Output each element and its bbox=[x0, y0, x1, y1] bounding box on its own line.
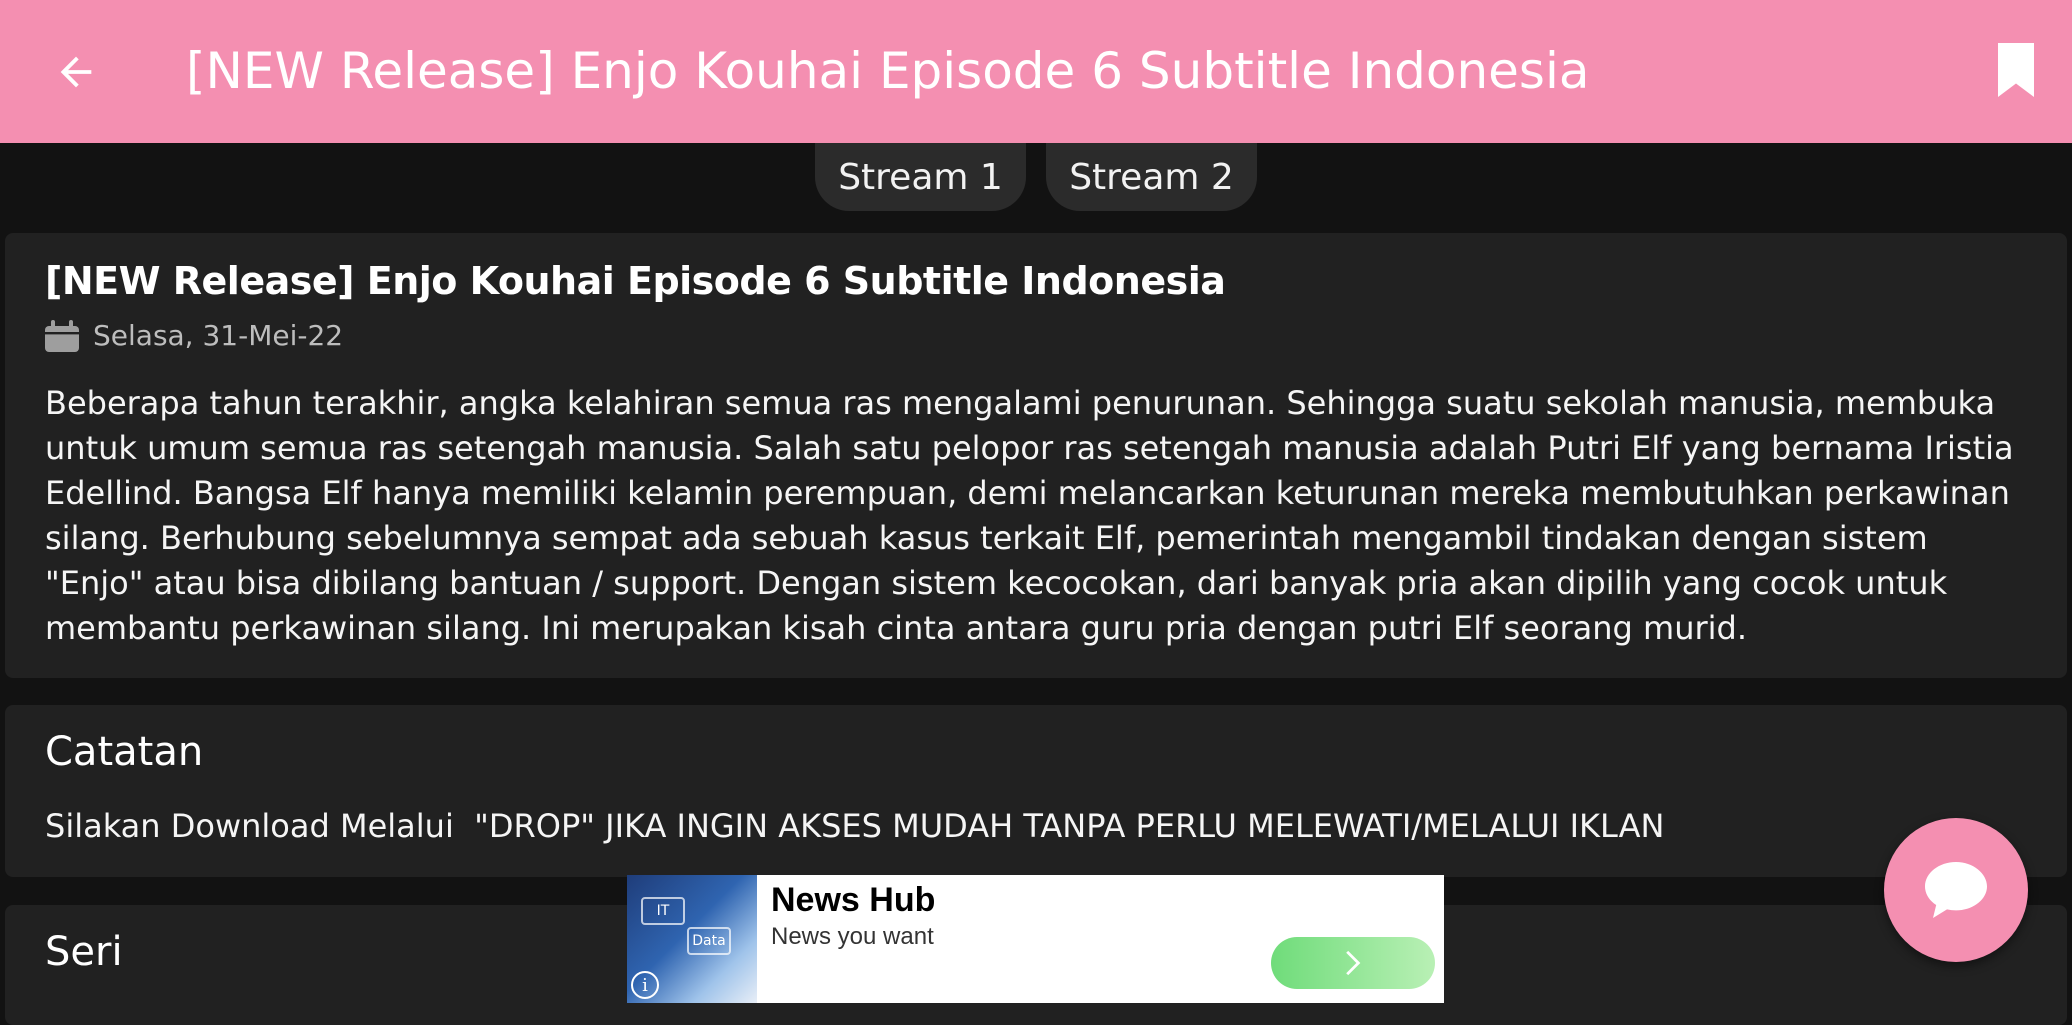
arrow-left-icon bbox=[60, 56, 92, 88]
stream-1-button[interactable]: Stream 1 bbox=[815, 143, 1026, 211]
page-title: [NEW Release] Enjo Kouhai Episode 6 Subt… bbox=[186, 42, 1590, 100]
chevron-right-icon bbox=[1346, 950, 1361, 976]
ad-name: News Hub bbox=[771, 881, 936, 919]
ad-thumbnail: IT Data i bbox=[627, 875, 757, 1003]
ad-thumb-label: IT bbox=[641, 897, 685, 925]
release-date: Selasa, 31-Mei-22 bbox=[93, 319, 344, 352]
episode-info-card: [NEW Release] Enjo Kouhai Episode 6 Subt… bbox=[5, 233, 2067, 678]
notes-card: Catatan Silakan Download Melalui "DROP" … bbox=[5, 705, 2067, 877]
info-icon[interactable]: i bbox=[631, 971, 659, 999]
ad-cta-button[interactable] bbox=[1271, 937, 1435, 989]
calendar-icon bbox=[45, 319, 79, 352]
episode-title: [NEW Release] Enjo Kouhai Episode 6 Subt… bbox=[45, 259, 1226, 303]
ad-tagline: News you want bbox=[771, 923, 934, 950]
ad-thumb-label: Data bbox=[687, 927, 731, 955]
notes-heading: Catatan bbox=[45, 729, 204, 775]
back-button[interactable] bbox=[44, 40, 108, 104]
stream-selector: Stream 1 Stream 2 bbox=[0, 143, 2072, 211]
synopsis: Beberapa tahun terakhir, angka kelahiran… bbox=[45, 384, 2014, 647]
chat-button[interactable] bbox=[1884, 818, 2028, 962]
bookmark-button[interactable] bbox=[1984, 38, 2048, 102]
chat-bubble-icon bbox=[1925, 862, 1987, 918]
banner-ad[interactable]: IT Data i News Hub News you want bbox=[627, 875, 1444, 1003]
date-row: Selasa, 31-Mei-22 bbox=[45, 319, 343, 352]
app-bar: [NEW Release] Enjo Kouhai Episode 6 Subt… bbox=[0, 0, 2072, 143]
notes-text: Silakan Download Melalui "DROP" JIKA ING… bbox=[45, 807, 1665, 845]
stream-2-button[interactable]: Stream 2 bbox=[1046, 143, 1257, 211]
series-heading: Seri bbox=[45, 929, 123, 975]
bookmark-icon bbox=[1998, 43, 2034, 97]
